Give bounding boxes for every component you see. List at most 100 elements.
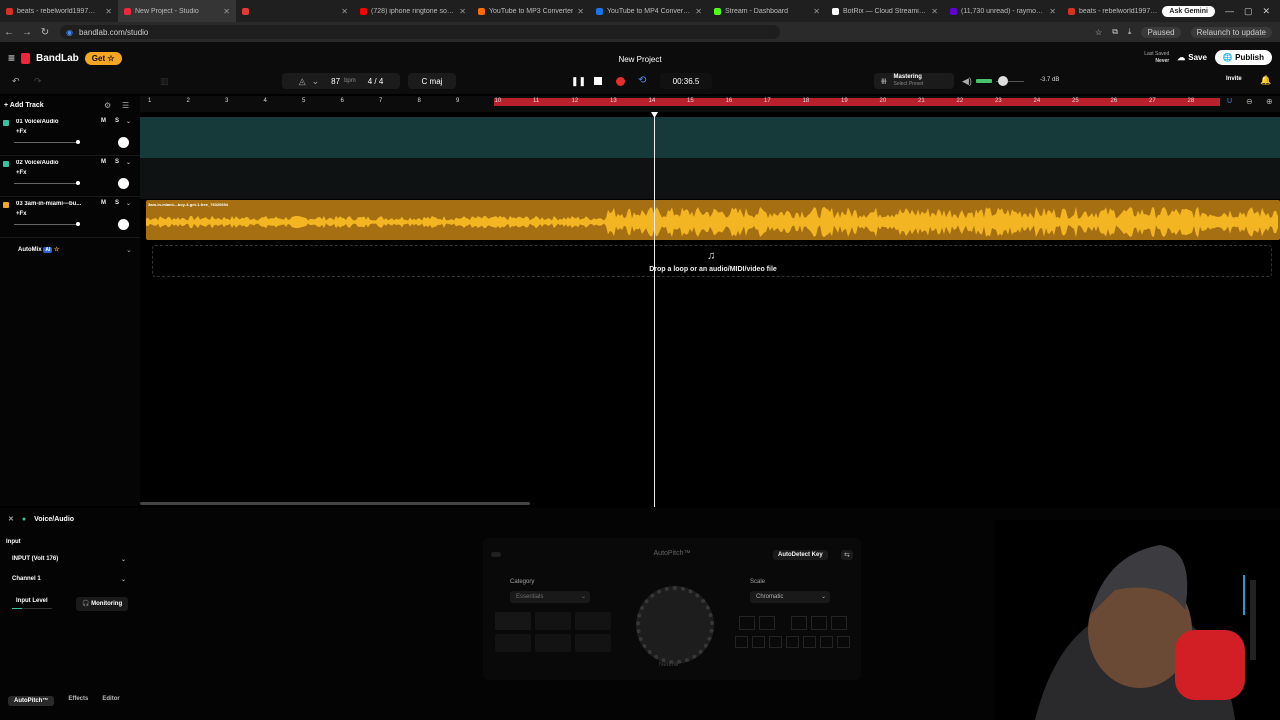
mastering-button[interactable]: ⧻ Mastering Select Preset <box>874 73 954 89</box>
add-track-button[interactable]: + Add Track <box>4 102 44 109</box>
track-volume-slider[interactable] <box>14 224 80 225</box>
forward-icon[interactable]: → <box>18 27 36 38</box>
extensions-icon[interactable]: ⧉ <box>1112 27 1118 37</box>
tab-close-icon[interactable]: ✕ <box>577 7 584 16</box>
browser-tab[interactable]: YouTube to MP4 Converter | Fr✕ <box>590 0 708 22</box>
bpm-value[interactable]: 87 <box>331 77 340 86</box>
ask-gemini-button[interactable]: Ask Gemini <box>1162 5 1215 17</box>
tab-close-icon[interactable]: ✕ <box>695 7 702 16</box>
pause-icon[interactable]: ❚❚ <box>571 76 586 87</box>
back-icon[interactable]: ← <box>0 27 18 38</box>
track-volume-slider[interactable] <box>14 142 80 143</box>
track-header[interactable]: 03 3am-in-miami---bu... +Fx M S ⌄ <box>0 198 140 238</box>
track-fx-button[interactable]: +Fx <box>16 211 27 217</box>
undo-icon[interactable]: ↶ <box>12 76 20 87</box>
solo-button[interactable]: S <box>115 118 119 124</box>
relaunch-button[interactable]: Relaunch to update <box>1190 26 1272 38</box>
drop-zone[interactable]: ♫ Drop a loop or an audio/MIDI/video fil… <box>152 245 1272 277</box>
browser-tab[interactable]: YouTube to MP3 Converter ✕ <box>472 0 590 22</box>
category-select[interactable]: Essentials ⌄ <box>510 591 590 603</box>
track-volume-knob[interactable] <box>76 181 80 185</box>
track-volume-slider[interactable] <box>14 183 80 184</box>
track-chevron-icon[interactable]: ⌄ <box>126 159 131 166</box>
track-pan-knob[interactable] <box>118 178 129 189</box>
tab-close-icon[interactable]: ✕ <box>223 7 230 16</box>
tab-close-icon[interactable]: ✕ <box>341 7 348 16</box>
invite-button[interactable]: Invite <box>1226 76 1242 82</box>
horizontal-scrollbar[interactable] <box>140 502 530 505</box>
settings-sliders-icon[interactable]: ⇆ <box>841 550 853 560</box>
tab-close-icon[interactable]: ✕ <box>931 7 938 16</box>
redo-icon[interactable]: ↷ <box>34 76 42 87</box>
playhead-handle[interactable] <box>651 112 658 117</box>
bottom-tab[interactable]: Effects <box>68 696 88 706</box>
automix-chevron-icon[interactable]: ⌄ <box>126 246 132 254</box>
input-device-select[interactable]: INPUT (Volt 176) ⌄ <box>6 552 130 566</box>
download-icon[interactable]: ⤓ <box>1128 27 1132 37</box>
track-volume-knob[interactable] <box>76 222 80 226</box>
autopitch-knob[interactable] <box>636 586 714 664</box>
track-lane-1[interactable] <box>140 117 1280 158</box>
browser-tab[interactable]: BotRix — Cloud Streaming Bot ✕ <box>826 0 944 22</box>
minimize-icon[interactable]: — <box>1225 6 1234 16</box>
zoom-out-icon[interactable]: ⊖ <box>1246 97 1253 106</box>
monitoring-button[interactable]: 🎧 Monitoring <box>76 597 129 611</box>
browser-tab[interactable]: ✕ <box>236 0 354 22</box>
loop-icon[interactable]: ⟲ <box>638 75 646 86</box>
tab-close-icon[interactable]: ✕ <box>105 7 112 16</box>
tab-close-icon[interactable]: ✕ <box>459 7 466 16</box>
keyboard-icon[interactable]: ▥ <box>160 76 169 87</box>
key-selector[interactable]: C maj <box>408 73 456 89</box>
browser-tab[interactable]: beats - rebelworld1997@gmai✕ <box>0 0 118 22</box>
stop-icon[interactable] <box>594 77 602 85</box>
scale-keys[interactable] <box>735 616 855 656</box>
browser-tab[interactable]: (728) iphone ringtone sound e ✕ <box>354 0 472 22</box>
wrench-icon[interactable]: ⚙ <box>104 101 111 110</box>
reload-icon[interactable]: ↻ <box>36 27 54 38</box>
speaker-icon[interactable]: ◀) <box>962 76 972 87</box>
browser-tab[interactable]: Stream - Dashboard ✕ <box>708 0 826 22</box>
master-volume-knob[interactable] <box>998 76 1008 86</box>
track-pan-knob[interactable] <box>118 219 129 230</box>
autodetect-key-button[interactable]: AutoDetect Key <box>773 550 828 560</box>
track-header[interactable]: 02 Voice/Audio +Fx M S ⌄ <box>0 157 140 197</box>
profile-paused-button[interactable]: Paused <box>1141 26 1181 38</box>
mute-button[interactable]: M <box>101 159 106 165</box>
close-window-icon[interactable]: ✕ <box>1262 6 1270 17</box>
solo-button[interactable]: S <box>115 159 119 165</box>
save-button[interactable]: ☁ Save <box>1177 53 1207 62</box>
omnibox[interactable]: ◉ bandlab.com/studio <box>60 25 780 39</box>
track-settings-icon[interactable]: ☰ <box>122 101 129 110</box>
track-fx-button[interactable]: +Fx <box>16 170 27 176</box>
publish-button[interactable]: 🌐 Publish <box>1214 50 1272 65</box>
browser-tab[interactable]: (11,730 unread) - raymondwa ✕ <box>944 0 1062 22</box>
tab-close-icon[interactable]: ✕ <box>1049 7 1056 16</box>
tempo-meter-box[interactable]: ◬ ⌄ 87 bpm 4 / 4 <box>282 73 400 89</box>
track-chevron-icon[interactable]: ⌄ <box>126 118 131 125</box>
time-signature[interactable]: 4 / 4 <box>368 77 384 86</box>
track-fx-button[interactable]: +Fx <box>16 129 27 135</box>
record-icon[interactable] <box>616 77 625 86</box>
track-chevron-icon[interactable]: ⌄ <box>126 200 131 207</box>
solo-button[interactable]: S <box>115 200 119 206</box>
timeline-ruler[interactable]: 1 2 3 4 5 6 7 8 9 10 11 12 13 14 15 16 17 18 19 20 21 22 23 24 2… <box>140 96 1280 112</box>
track-pan-knob[interactable] <box>118 137 129 148</box>
close-panel-icon[interactable]: ✕ <box>8 515 14 523</box>
scale-select[interactable]: Chromatic ⌄ <box>750 591 830 603</box>
mute-button[interactable]: M <box>101 118 106 124</box>
metronome-icon[interactable]: ◬ <box>299 76 306 87</box>
mute-button[interactable]: M <box>101 200 106 206</box>
zoom-in-icon[interactable]: ⊕ <box>1266 97 1273 106</box>
bottom-tab[interactable]: Editor <box>102 696 119 706</box>
audio-clip[interactable]: 3am-in-miami---boy-3-get-1-free_76320694 <box>146 200 1280 240</box>
track-header[interactable]: 01 Voice/Audio +Fx M S ⌄ <box>0 116 140 156</box>
star-icon[interactable]: ☆ <box>1095 28 1102 37</box>
maximize-icon[interactable]: ▢ <box>1244 6 1253 17</box>
track-name[interactable]: 02 Voice/Audio <box>16 160 86 166</box>
site-info-icon[interactable]: ◉ <box>66 28 73 37</box>
playhead[interactable] <box>654 112 655 507</box>
channel-select[interactable]: Channel 1 ⌄ <box>6 572 130 586</box>
track-volume-knob[interactable] <box>76 140 80 144</box>
track-name[interactable]: 01 Voice/Audio <box>16 119 86 125</box>
bottom-tab[interactable]: AutoPitch™ <box>8 696 55 706</box>
